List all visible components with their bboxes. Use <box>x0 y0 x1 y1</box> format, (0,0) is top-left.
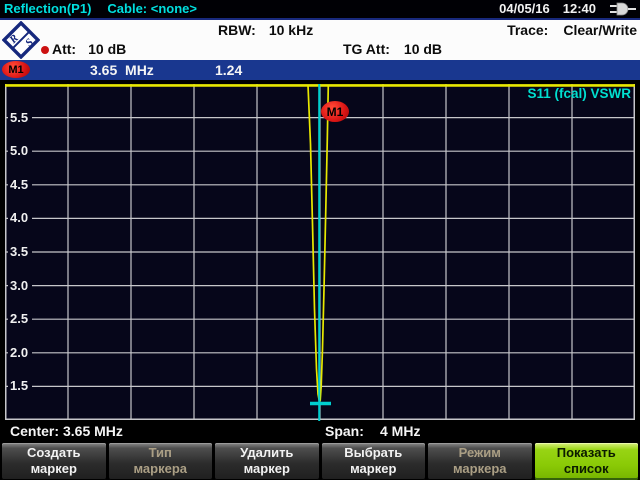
span-label: Span: <box>325 421 364 442</box>
vswr-chart: 5.5 5.0 4.5 4.0 3.5 3.0 2.5 2.0 1.5 S11 … <box>5 84 635 420</box>
softkey-new-marker[interactable]: Создать маркер <box>2 443 106 480</box>
marker-value: 1.24 <box>215 60 242 80</box>
softkey-bar: Создать маркер Тип маркера Удалить марке… <box>0 443 640 480</box>
y-axis-tick: 4.0 <box>8 210 32 226</box>
softkey-select-marker[interactable]: Выбрать маркер <box>322 443 426 480</box>
title-bar: Reflection(P1) Cable: <none> 04/05/16 12… <box>0 0 640 18</box>
att-indicator-dot <box>41 46 49 54</box>
marker-m1-badge: M1 <box>2 61 30 78</box>
trace-mode-readout: Trace: Clear/Write <box>507 22 637 39</box>
y-axis-tick: 4.5 <box>8 177 32 193</box>
frequency-info-bar: Center: 3.65 MHz Span: 4 MHz <box>0 421 640 442</box>
time-display: 12:40 <box>563 0 596 18</box>
softkey-marker-mode[interactable]: Режим маркера <box>428 443 532 480</box>
softkey-show-list[interactable]: Показать список <box>535 443 639 480</box>
cable-status: Cable: <none> <box>107 0 197 18</box>
softkey-delete-marker[interactable]: Удалить маркер <box>215 443 319 480</box>
y-axis-tick: 5.0 <box>8 143 32 159</box>
tg-att-value: 10 dB <box>404 41 442 58</box>
settings-panel: R S RBW: 10 kHz Trace: Clear/Write Att: … <box>0 18 640 60</box>
softkey-marker-type[interactable]: Тип маркера <box>109 443 213 480</box>
trace-mode-label: S11 (fcal) VSWR <box>527 86 631 101</box>
tg-att-label: TG Att: <box>343 41 390 58</box>
analyzer-screen: Reflection(P1) Cable: <none> 04/05/16 12… <box>0 0 640 480</box>
y-axis-tick: 1.5 <box>8 378 32 394</box>
chart-canvas <box>5 84 635 420</box>
chart-marker-m1-label: M1 <box>321 101 349 122</box>
y-axis-tick: 2.0 <box>8 345 32 361</box>
tg-att-readout: TG Att: 10 dB <box>343 41 442 58</box>
center-value: 3.65 MHz <box>63 421 123 442</box>
ac-plug-icon <box>609 2 637 16</box>
rbw-readout: RBW: 10 kHz <box>218 22 313 39</box>
measurement-title: Reflection(P1) <box>4 0 91 18</box>
y-axis-tick: 3.5 <box>8 244 32 260</box>
title-group: Reflection(P1) Cable: <none> <box>0 0 197 18</box>
att-value: 10 dB <box>88 41 126 58</box>
rohde-schwarz-logo: R S <box>2 21 40 59</box>
y-axis-tick: 2.5 <box>8 311 32 327</box>
att-readout: Att: 10 dB <box>52 41 126 58</box>
att-label: Att: <box>52 41 76 58</box>
trace-label: Trace: <box>507 22 548 39</box>
date-display: 04/05/16 <box>499 0 550 18</box>
y-axis-tick: 5.5 <box>8 110 32 126</box>
marker-readout-bar: M1 3.65 MHz 1.24 <box>0 60 640 80</box>
trace-value: Clear/Write <box>563 22 637 39</box>
center-label: Center: <box>10 421 59 442</box>
rbw-label: RBW: <box>218 22 256 39</box>
status-group: 04/05/16 12:40 <box>499 0 640 18</box>
span-value: 4 MHz <box>380 421 420 442</box>
marker-frequency: 3.65 MHz <box>90 60 154 80</box>
rbw-value: 10 kHz <box>269 22 313 39</box>
y-axis-tick: 3.0 <box>8 278 32 294</box>
